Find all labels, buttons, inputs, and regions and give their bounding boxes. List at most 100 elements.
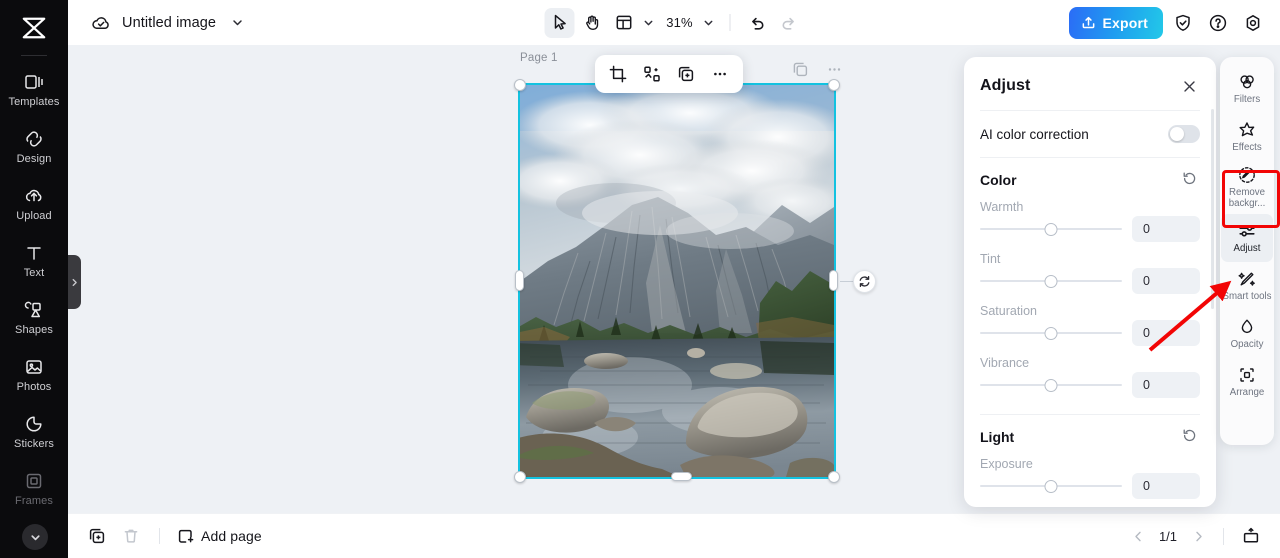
document-title[interactable]: Untitled image (122, 15, 216, 31)
delete-page-button[interactable] (116, 521, 146, 551)
undo-button[interactable] (742, 8, 772, 38)
right-rail-label: Opacity (1230, 338, 1264, 350)
right-rail-item-arrange[interactable]: Arrange (1221, 358, 1273, 406)
capcut-logo-icon[interactable] (12, 8, 56, 48)
vibrance-value-input[interactable]: 0 (1132, 372, 1200, 398)
saturation-value-input[interactable]: 0 (1132, 320, 1200, 346)
crop-button[interactable] (603, 59, 633, 89)
warmth-slider-row: 0 (964, 214, 1216, 246)
undo-icon (751, 17, 763, 30)
zoom-level-value[interactable]: 31% (661, 15, 699, 30)
tint-value-input[interactable]: 0 (1132, 268, 1200, 294)
resize-handle-bottom-left[interactable] (514, 471, 526, 483)
rotate-button[interactable] (853, 270, 876, 293)
more-horizontal-icon[interactable] (820, 55, 848, 83)
next-page-button[interactable] (1185, 523, 1211, 549)
tool-layout-button[interactable] (609, 8, 639, 38)
redo-button[interactable] (774, 8, 804, 38)
slider-thumb[interactable] (1044, 274, 1058, 288)
document-title-chevron-down-icon[interactable] (230, 15, 245, 30)
layout-grid-icon (616, 15, 631, 30)
settings-gear-icon[interactable] (1238, 8, 1268, 38)
warmth-slider[interactable] (980, 220, 1122, 238)
light-section-title: Light (980, 429, 1015, 445)
add-page-button[interactable]: Add page (173, 528, 266, 545)
replace-media-button[interactable] (637, 59, 667, 89)
duplicate-page-button[interactable] (82, 521, 112, 551)
warmth-label: Warmth (980, 200, 1024, 214)
sidebar-item-text[interactable]: Text (0, 232, 68, 289)
slider-thumb[interactable] (1044, 222, 1058, 236)
resize-handle-bottom-right[interactable] (828, 471, 840, 483)
sidebar-item-frames[interactable]: Frames (0, 460, 68, 517)
exposure-value-input[interactable]: 0 (1132, 473, 1200, 499)
close-icon[interactable] (1178, 75, 1200, 97)
add-page-label: Add page (201, 528, 262, 544)
prev-page-button[interactable] (1125, 523, 1151, 549)
right-rail-label: Remove backgr... (1228, 187, 1266, 209)
mountain-lake-photo (520, 85, 834, 477)
vibrance-slider[interactable] (980, 376, 1122, 394)
sidebar-item-shapes[interactable]: Shapes (0, 289, 68, 346)
zoom-chevron-down-icon[interactable] (702, 16, 716, 30)
sidebar-item-label: Upload (16, 210, 52, 222)
resize-handle-middle-left[interactable] (515, 270, 524, 291)
reset-icon[interactable] (1182, 428, 1200, 446)
object-floating-toolbar (595, 55, 743, 93)
saturation-slider[interactable] (980, 324, 1122, 342)
rail-divider (21, 55, 47, 56)
frames-icon (23, 470, 45, 492)
stickers-icon (23, 413, 45, 435)
crop-icon (609, 65, 627, 83)
resize-handle-bottom-center[interactable] (671, 472, 692, 481)
design-icon (23, 128, 45, 150)
color-section-header: Color (964, 158, 1216, 194)
panel-scrollbar[interactable] (1211, 109, 1214, 309)
upload-cloud-icon (23, 185, 45, 207)
more-options-button[interactable] (705, 59, 735, 89)
layers-icon[interactable] (786, 55, 814, 83)
sidebar-item-upload[interactable]: Upload (0, 175, 68, 232)
ai-color-correction-toggle[interactable] (1168, 125, 1200, 143)
sidebar-item-label: Templates (8, 96, 60, 108)
sidebar-item-design[interactable]: Design (0, 118, 68, 175)
right-rail-item-effects[interactable]: Effects (1221, 113, 1273, 161)
resize-handle-middle-right[interactable] (829, 270, 838, 291)
selected-image-object[interactable] (518, 83, 836, 479)
export-button[interactable]: Export (1069, 6, 1163, 39)
right-rail-item-adjust[interactable]: Adjust (1221, 213, 1273, 262)
reset-icon[interactable] (1182, 171, 1200, 189)
tool-hand-button[interactable] (577, 8, 607, 38)
warmth-value-input[interactable]: 0 (1132, 216, 1200, 242)
right-rail-item-opacity[interactable]: Opacity (1221, 310, 1273, 358)
sidebar-item-photos[interactable]: Photos (0, 346, 68, 403)
effects-icon (1237, 120, 1257, 140)
arrange-icon (1237, 365, 1257, 385)
top-right-actions: Export (1069, 6, 1268, 39)
slider-thumb[interactable] (1044, 326, 1058, 340)
sidebar-expand-handle[interactable] (68, 255, 81, 309)
ai-color-correction-row: AI color correction (964, 111, 1216, 157)
right-rail-label: Arrange (1229, 386, 1265, 398)
help-question-icon[interactable] (1203, 8, 1233, 38)
slider-thumb[interactable] (1044, 479, 1058, 493)
layout-chevron-down-icon[interactable] (642, 16, 656, 30)
right-rail-item-remove-background[interactable]: Remove backgr... (1221, 161, 1273, 214)
sidebar-more-button[interactable] (22, 524, 48, 550)
sidebar-item-templates[interactable]: Templates (0, 61, 68, 118)
slider-thumb[interactable] (1044, 378, 1058, 392)
chevron-right-icon (1195, 531, 1202, 541)
right-rail-label: Effects (1232, 142, 1262, 154)
exposure-slider[interactable] (980, 477, 1122, 495)
right-rail-item-filters[interactable]: Filters (1221, 65, 1273, 113)
resize-handle-top-left[interactable] (514, 79, 526, 91)
tint-slider[interactable] (980, 272, 1122, 290)
saturation-label: Saturation (980, 304, 1037, 318)
sidebar-item-label: Shapes (15, 324, 53, 336)
present-button[interactable] (1236, 521, 1266, 551)
duplicate-button[interactable] (671, 59, 701, 89)
sidebar-item-stickers[interactable]: Stickers (0, 403, 68, 460)
shield-check-icon[interactable] (1168, 8, 1198, 38)
tool-select-button[interactable] (544, 7, 575, 38)
right-rail-item-smart-tools[interactable]: Smart tools (1221, 262, 1273, 310)
